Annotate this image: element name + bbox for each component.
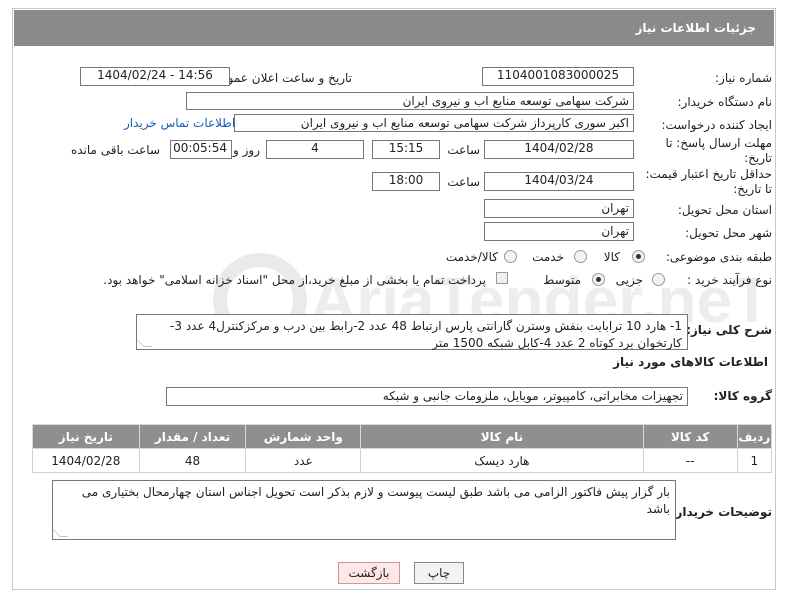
col-header-qty: تعداد / مقدار bbox=[138, 424, 247, 449]
province-label: استان محل تحویل: bbox=[677, 203, 772, 217]
cell-date: 1404/02/28 bbox=[32, 448, 140, 473]
category-radio-both[interactable] bbox=[504, 250, 517, 263]
deadline-time-label: ساعت bbox=[447, 143, 480, 157]
days-field: 4 bbox=[266, 140, 364, 159]
treasury-payment-checkbox[interactable] bbox=[496, 272, 508, 284]
validity-time-field: 18:00 bbox=[372, 172, 440, 191]
deadline-time-field: 15:15 bbox=[372, 140, 440, 159]
buyer-notes-field: بار گزار پیش فاکتور الزامی می باشد طبق ل… bbox=[52, 480, 676, 540]
process-option-medium: متوسط bbox=[543, 273, 581, 287]
city-label: شهر محل تحویل: bbox=[685, 226, 772, 240]
resize-grip-icon[interactable] bbox=[136, 339, 152, 347]
goods-group-label: گروه کالا: bbox=[713, 389, 772, 403]
col-header-date: تاریخ نیاز bbox=[32, 424, 140, 449]
buyer-org-label: نام دستگاه خریدار: bbox=[677, 95, 773, 109]
category-radio-goods[interactable] bbox=[632, 250, 645, 263]
col-header-name: نام کالا bbox=[360, 424, 644, 449]
process-radio-medium[interactable] bbox=[592, 273, 605, 286]
validity-time-label: ساعت bbox=[447, 175, 480, 189]
validity-label-date: تا تاریخ: bbox=[733, 182, 772, 196]
col-header-code: کد کالا bbox=[642, 424, 738, 449]
page-header: جزئیات اطلاعات نیاز bbox=[14, 10, 774, 46]
cell-name: هارد دیسک bbox=[360, 448, 644, 473]
treasury-payment-note: پرداخت تمام یا بخشی از مبلغ خرید،از محل … bbox=[103, 273, 486, 287]
category-label: طبقه بندی موضوعی: bbox=[665, 250, 772, 264]
province-field: تهران bbox=[484, 199, 634, 218]
goods-group-field: تجهیزات مخابراتی، کامپیوتر، موبایل، ملزو… bbox=[166, 387, 688, 406]
buyer-org-field: شرکت سهامی توسعه منابع اب و نیروی ایران bbox=[186, 92, 634, 110]
deadline-date-field: 1404/02/28 bbox=[484, 140, 634, 159]
announce-field: 1404/02/24 - 14:56 bbox=[80, 67, 230, 86]
table-row: 1 -- هارد دیسک عدد 48 1404/02/28 bbox=[32, 448, 773, 473]
validity-label: حداقل تاریخ اعتبار قیمت: bbox=[645, 167, 772, 181]
buyer-contact-link[interactable]: اطلاعات تماس خریدار bbox=[124, 116, 235, 130]
col-header-unit: واحد شمارش bbox=[245, 424, 362, 449]
general-desc-field: 1- هارد 10 ترابایت بنفش وسترن گارانتی پا… bbox=[136, 314, 688, 350]
resize-grip-icon[interactable] bbox=[52, 529, 68, 537]
page-title: جزئیات اطلاعات نیاز bbox=[635, 21, 756, 35]
col-header-row-no: ردیف bbox=[736, 424, 773, 449]
deadline-label: مهلت ارسال پاسخ: تا bbox=[665, 136, 772, 150]
remaining-time-field: 00:05:54 bbox=[170, 140, 232, 159]
creator-field: اکبر سوری کارپرداز شرکت سهامی توسعه مناب… bbox=[234, 114, 634, 132]
category-radio-service[interactable] bbox=[574, 250, 587, 263]
cell-code: -- bbox=[642, 448, 738, 473]
cell-row-no: 1 bbox=[736, 448, 773, 473]
deadline-label-date: تاریخ: bbox=[744, 151, 772, 165]
validity-date-field: 1404/03/24 bbox=[484, 172, 634, 191]
table-header-row: ردیف کد کالا نام کالا واحد شمارش تعداد /… bbox=[32, 424, 773, 449]
category-option-both: کالا/خدمت bbox=[445, 250, 498, 264]
print-button[interactable]: چاپ bbox=[414, 562, 464, 584]
cell-unit: عدد bbox=[245, 448, 362, 473]
days-label: روز و bbox=[233, 143, 260, 157]
category-option-goods: کالا bbox=[603, 250, 620, 264]
back-button[interactable]: بازگشت bbox=[338, 562, 400, 584]
city-field: تهران bbox=[484, 222, 634, 241]
buyer-notes-text: بار گزار پیش فاکتور الزامی می باشد طبق ل… bbox=[81, 485, 670, 516]
general-desc-text: 1- هارد 10 ترابایت بنفش وسترن گارانتی پا… bbox=[170, 319, 682, 350]
goods-section-title: اطلاعات کالاهای مورد نیاز bbox=[613, 355, 768, 369]
remaining-label: ساعت باقی مانده bbox=[70, 143, 160, 157]
cell-qty: 48 bbox=[138, 448, 247, 473]
creator-label: ایجاد کننده درخواست: bbox=[661, 118, 772, 132]
process-option-minor: جزیی bbox=[615, 273, 643, 287]
general-desc-label: شرح کلی نیاز: bbox=[686, 323, 772, 337]
buyer-notes-label: توضیحات خریدار: bbox=[670, 505, 772, 519]
process-radio-minor[interactable] bbox=[652, 273, 665, 286]
category-option-service: خدمت bbox=[532, 250, 564, 264]
goods-table: ردیف کد کالا نام کالا واحد شمارش تعداد /… bbox=[32, 424, 773, 473]
need-number-field: 1104001083000025 bbox=[482, 67, 634, 86]
need-number-label: شماره نیاز: bbox=[715, 71, 772, 85]
process-label: نوع فرآیند خرید : bbox=[687, 273, 772, 287]
